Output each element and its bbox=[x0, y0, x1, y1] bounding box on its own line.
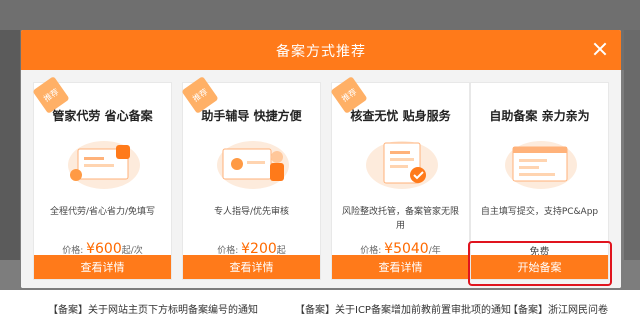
card-description: 专人指导/优先审核 bbox=[213, 207, 290, 217]
card-description: 全程代劳/省心省力/免填写 bbox=[49, 207, 156, 217]
view-details-button[interactable]: 查看详情 bbox=[183, 255, 320, 279]
modal-title: 备案方式推荐 bbox=[276, 44, 366, 60]
plan-card-manager: 推荐 管家代劳 省心备案 全程代劳/省心省力/免填写 价格: ¥600起/次 查… bbox=[32, 76, 172, 280]
card-description: 自主填写提交，支持PC&App bbox=[480, 207, 599, 217]
close-icon[interactable] bbox=[591, 40, 609, 58]
background-left-edge bbox=[0, 30, 20, 260]
card-title: 自助备案 亲力亲为 bbox=[489, 109, 590, 123]
plan-card-review: 推荐 核查无忧 贴身服务 风险整改托管，备案管家无限用 价格: ¥5040/年 … bbox=[330, 76, 470, 280]
news-item[interactable]: 【备案】浙江网民问卷 bbox=[508, 301, 608, 316]
assistant-illustration-icon bbox=[217, 141, 289, 189]
checklist-illustration-icon bbox=[366, 141, 438, 189]
news-item[interactable]: 【备案】关于ICP备案增加前教前置审批项的通知 bbox=[295, 301, 511, 316]
browser-illustration-icon bbox=[505, 141, 577, 189]
card-title: 管家代劳 省心备案 bbox=[52, 109, 153, 123]
modal-header: 备案方式推荐 bbox=[21, 30, 621, 70]
card-title: 核查无忧 贴身服务 bbox=[350, 109, 451, 123]
news-item[interactable]: 【备案】关于网站主页下方标明备案编号的通知 bbox=[48, 301, 258, 316]
document-illustration-icon bbox=[68, 141, 140, 189]
card-title: 助手辅导 快捷方便 bbox=[201, 109, 302, 123]
view-details-button[interactable]: 查看详情 bbox=[332, 255, 469, 279]
plan-card-assistant: 推荐 助手辅导 快捷方便 专人指导/优先审核 价格: ¥200起 查看详情 bbox=[181, 76, 321, 280]
news-bar: 【备案】关于网站主页下方标明备案编号的通知 【备案】关于ICP备案增加前教前置审… bbox=[0, 290, 640, 323]
highlight-box bbox=[468, 241, 612, 286]
view-details-button[interactable]: 查看详情 bbox=[34, 255, 171, 279]
card-description: 风险整改托管，备案管家无限用 bbox=[341, 207, 459, 231]
background-right-edge bbox=[624, 30, 640, 260]
